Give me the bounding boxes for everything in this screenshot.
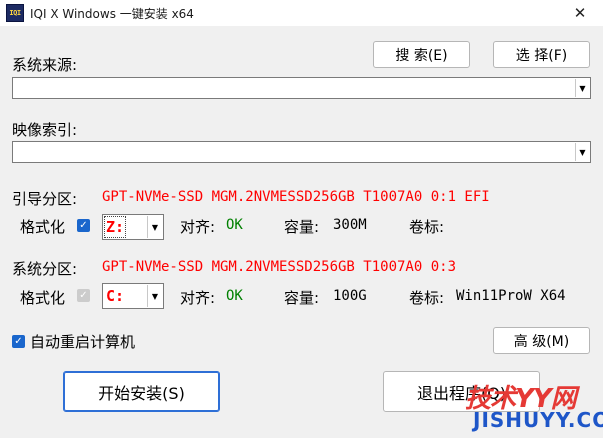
image-index-label: 映像索引: — [12, 121, 78, 139]
system-volume-label: 卷标: — [409, 289, 445, 307]
start-install-button[interactable]: 开始安装(S) — [63, 371, 220, 412]
system-volume-value: Win11ProW X64 — [456, 288, 566, 304]
auto-restart-label[interactable]: 自动重启计算机 — [30, 331, 135, 352]
watermark: 技术YY网 JISHUYY.COM — [423, 378, 603, 436]
system-align-label: 对齐: — [180, 289, 216, 307]
source-combobox[interactable]: ▼ — [12, 77, 591, 99]
source-label: 系统来源: — [12, 56, 78, 74]
system-drive-value: C: — [106, 287, 125, 305]
image-index-combobox[interactable]: ▼ — [12, 141, 591, 163]
boot-capacity-value: 300M — [333, 217, 367, 233]
system-partition-label: 系统分区: — [12, 260, 78, 278]
system-format-checkbox[interactable]: ✓ — [77, 289, 90, 302]
boot-capacity-label: 容量: — [284, 218, 320, 236]
boot-partition-label: 引导分区: — [12, 190, 78, 208]
boot-volume-label: 卷标: — [409, 218, 445, 236]
window-title: IQI X Windows 一键安装 x64 — [30, 7, 194, 21]
boot-align-label: 对齐: — [180, 218, 216, 236]
boot-drive-value: Z: — [103, 216, 127, 238]
watermark-url: JISHUYY.COM — [473, 408, 603, 432]
chevron-down-icon[interactable]: ▼ — [147, 285, 162, 307]
system-align-value: OK — [226, 288, 243, 304]
close-button[interactable]: ✕ — [557, 0, 603, 26]
select-button[interactable]: 选 择(F) — [493, 41, 590, 68]
chevron-down-icon[interactable]: ▼ — [147, 216, 162, 238]
system-partition-value: GPT-NVMe-SSD MGM.2NVMESSD256GB T1007A0 0… — [102, 259, 457, 275]
dialog-body: 系统来源: 搜 索(E) 选 择(F) ▼ 映像索引: ▼ 引导分区: GPT-… — [0, 26, 603, 438]
title-bar: IQI IQI X Windows 一键安装 x64 ✕ — [0, 0, 603, 26]
system-capacity-label: 容量: — [284, 289, 320, 307]
boot-align-value: OK — [226, 217, 243, 233]
boot-format-checkbox[interactable]: ✓ — [77, 219, 90, 232]
chevron-down-icon[interactable]: ▼ — [575, 79, 589, 97]
advanced-button[interactable]: 高 级(M) — [493, 327, 590, 354]
boot-drive-select[interactable]: Z: ▼ — [102, 214, 164, 240]
boot-partition-value: GPT-NVMe-SSD MGM.2NVMESSD256GB T1007A0 0… — [102, 189, 490, 205]
boot-format-label: 格式化 — [20, 218, 66, 236]
system-capacity-value: 100G — [333, 288, 367, 304]
system-drive-select[interactable]: C: ▼ — [102, 283, 164, 309]
auto-restart-checkbox[interactable]: ✓ — [12, 335, 25, 348]
app-icon: IQI — [6, 4, 24, 22]
chevron-down-icon[interactable]: ▼ — [575, 143, 589, 161]
system-format-label: 格式化 — [20, 289, 66, 307]
search-button[interactable]: 搜 索(E) — [373, 41, 470, 68]
